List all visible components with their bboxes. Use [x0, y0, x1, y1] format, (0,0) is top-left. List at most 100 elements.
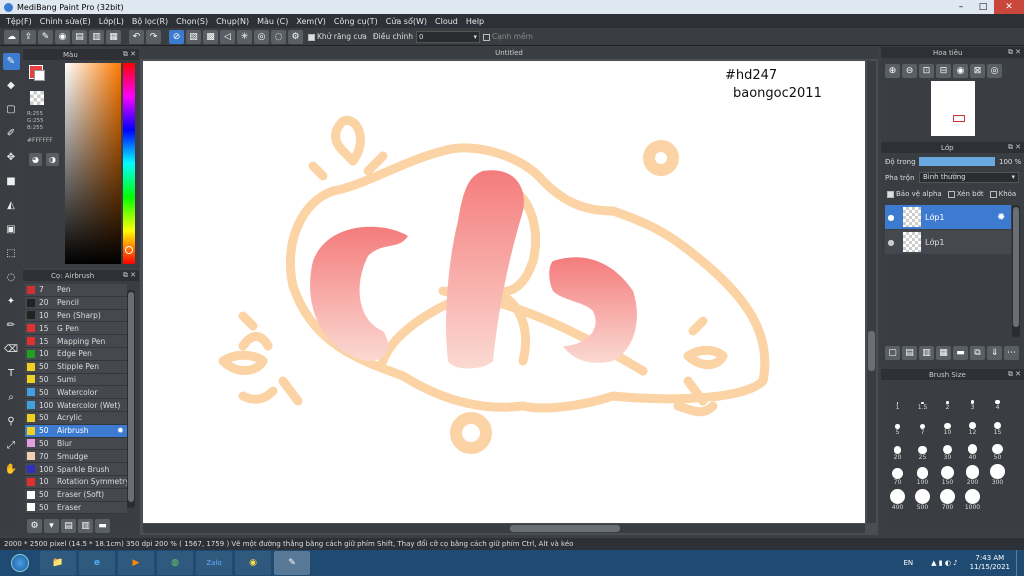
text-tool-icon[interactable]: T [3, 365, 20, 382]
blend-select[interactable]: Bình thường ▾ [919, 172, 1019, 183]
magic-wand-tool-icon[interactable]: ✦ [3, 293, 20, 310]
panel-close-icon[interactable]: ⧉ ✕ [123, 271, 136, 280]
curve-snap-icon[interactable]: ◌ [271, 29, 286, 44]
add-brush-icon[interactable]: ⚙ [27, 519, 42, 533]
brush-size-cell[interactable]: 1000 [960, 489, 985, 511]
new-layer-icon[interactable]: ▢ [885, 346, 900, 360]
dot-tool-icon[interactable]: ▢ [3, 101, 20, 118]
save-icon[interactable]: ⇪ [21, 29, 36, 44]
layer-settings-icon[interactable]: ✹ [997, 212, 1011, 223]
brush-settings-icon[interactable]: ▤ [61, 519, 76, 533]
brush-size-cell[interactable]: 1.5 [910, 389, 935, 411]
select-pen-tool-icon[interactable]: ✏ [3, 317, 20, 334]
brush-size-cell[interactable]: 500 [910, 489, 935, 511]
brush-size-cell[interactable]: 30 [935, 439, 960, 461]
canvas-vertical-scrollbar[interactable] [867, 61, 876, 523]
new-halftone-layer-icon[interactable]: ▤ [902, 346, 917, 360]
brush-item[interactable]: 50 Sumi [25, 373, 127, 387]
brush-item[interactable]: 50 Stipple Pen [25, 360, 127, 374]
grid-icon[interactable]: ▦ [106, 29, 121, 44]
brush-size-cell[interactable]: 25 [910, 439, 935, 461]
brush-item[interactable]: 50 Airbrush ✹ [25, 424, 127, 438]
visibility-icon[interactable]: ● [885, 238, 897, 247]
hue-slider-handle[interactable] [125, 246, 133, 254]
saturation-value-picker[interactable] [65, 63, 121, 264]
brush-item[interactable]: 10 Edge Pen [25, 347, 127, 361]
brush-copy-icon[interactable]: ▥ [78, 519, 93, 533]
panel-close-icon[interactable]: ⧉ ✕ [1008, 48, 1021, 57]
chrome-taskbar-icon[interactable]: ◉ [235, 551, 271, 575]
antialias-toggle[interactable]: Khử răng cưa [308, 32, 367, 41]
protect-alpha-checkbox[interactable] [887, 190, 894, 198]
gradient-tool-icon[interactable]: ▣ [3, 221, 20, 238]
brush-item[interactable]: 15 Mapping Pen [25, 335, 127, 348]
circle-snap-icon[interactable]: ◎ [254, 29, 269, 44]
layer-menu-icon[interactable]: ⋯ [1004, 346, 1019, 360]
brush-settings-gear-icon[interactable]: ✹ [117, 426, 127, 435]
brush-size-cell[interactable]: 200 [960, 464, 985, 486]
brush-menu-icon[interactable]: ▾ [44, 519, 59, 533]
close-button[interactable]: ✕ [994, 0, 1024, 14]
menu-item[interactable]: Công cụ(T) [330, 17, 382, 26]
menu-item[interactable]: Màu (C) [253, 17, 292, 26]
navigator-viewport[interactable] [953, 115, 965, 122]
rotate-icon[interactable]: ◉ [953, 64, 968, 78]
menu-item[interactable]: Cửa sổ(W) [382, 17, 431, 26]
medibang-taskbar-icon[interactable]: ✎ [274, 551, 310, 575]
fit-icon[interactable]: ⊡ [919, 64, 934, 78]
undo-icon[interactable]: ↶ [129, 29, 144, 44]
panel-tool-icon[interactable]: ⌕ [3, 389, 20, 406]
brush-size-cell[interactable]: 50 [985, 439, 1010, 461]
brush-item[interactable]: 7 Pen [25, 284, 127, 297]
duplicate-layer-icon[interactable]: ⧉ [970, 346, 985, 360]
transparent-swatch[interactable] [30, 91, 44, 105]
app-taskbar-icon[interactable]: ◍ [157, 551, 193, 575]
menu-item[interactable]: Chỉnh sửa(E) [36, 17, 95, 26]
page-icon[interactable]: ▥ [89, 29, 104, 44]
menu-item[interactable]: Help [462, 17, 488, 26]
brush-list-scrollbar[interactable] [127, 290, 135, 508]
brush-size-cell[interactable]: 70 [885, 464, 910, 486]
brush-size-cell[interactable]: 300 [985, 464, 1010, 486]
brush-item[interactable]: 50 Eraser (Soft) [25, 488, 127, 502]
menu-item[interactable]: Bộ lọc(R) [128, 17, 172, 26]
zalo-taskbar-icon[interactable]: Zalo [196, 551, 232, 575]
panel-close-icon[interactable]: ⧉ ✕ [123, 50, 136, 59]
merge-layer-icon[interactable]: ⇓ [987, 346, 1002, 360]
cross-snap-icon[interactable]: ▩ [203, 29, 218, 44]
new-folder-icon[interactable]: ▬ [953, 346, 968, 360]
menu-item[interactable]: Chọn(S) [172, 17, 212, 26]
maximize-button[interactable]: □ [972, 0, 994, 14]
tray-icons[interactable]: ▲ ▮ ◐ ♪ [931, 559, 958, 567]
hue-slider[interactable] [123, 63, 135, 264]
zoom-out-icon[interactable]: ⊖ [902, 64, 917, 78]
brush-size-cell[interactable]: 7 [910, 414, 935, 436]
brush-item[interactable]: 50 Watercolor [25, 386, 127, 400]
media-taskbar-icon[interactable]: ▶ [118, 551, 154, 575]
correction-select[interactable]: 0 ▾ [416, 30, 480, 43]
fill-rect-tool-icon[interactable]: ■ [3, 173, 20, 190]
clipping-toggle[interactable]: Xén bớt [947, 190, 984, 198]
brush-size-cell[interactable]: 700 [935, 489, 960, 511]
brush-item[interactable]: 15 G Pen [25, 322, 127, 336]
antialias-checkbox[interactable] [308, 33, 315, 41]
lasso-tool-icon[interactable]: ◌ [3, 269, 20, 286]
brush-size-cell[interactable]: 12 [960, 414, 985, 436]
flip-icon[interactable]: ⊠ [970, 64, 985, 78]
eyedropper-tool-icon[interactable]: ⚲ [3, 413, 20, 430]
brush-item[interactable]: 50 Acrylic [25, 411, 127, 425]
show-desktop-button[interactable] [1016, 550, 1024, 576]
layer-scrollbar[interactable] [1012, 205, 1020, 337]
opacity-slider[interactable] [919, 157, 995, 166]
brush-size-cell[interactable]: 10 [935, 414, 960, 436]
hand-tool-icon[interactable]: ✋ [3, 461, 20, 478]
brush-size-cell[interactable]: 150 [935, 464, 960, 486]
brush-item[interactable]: 10 Pen (Sharp) [25, 309, 127, 323]
actual-size-icon[interactable]: ⊟ [936, 64, 951, 78]
zoom-in-icon[interactable]: ⊕ [885, 64, 900, 78]
clock[interactable]: 7:43 AM 11/15/2021 [970, 554, 1010, 572]
select-tool-icon[interactable]: ⬚ [3, 245, 20, 262]
menu-item[interactable]: Lớp(L) [95, 17, 128, 26]
brush-item[interactable]: 50 Blur [25, 437, 127, 451]
reset-icon[interactable]: ◎ [987, 64, 1002, 78]
